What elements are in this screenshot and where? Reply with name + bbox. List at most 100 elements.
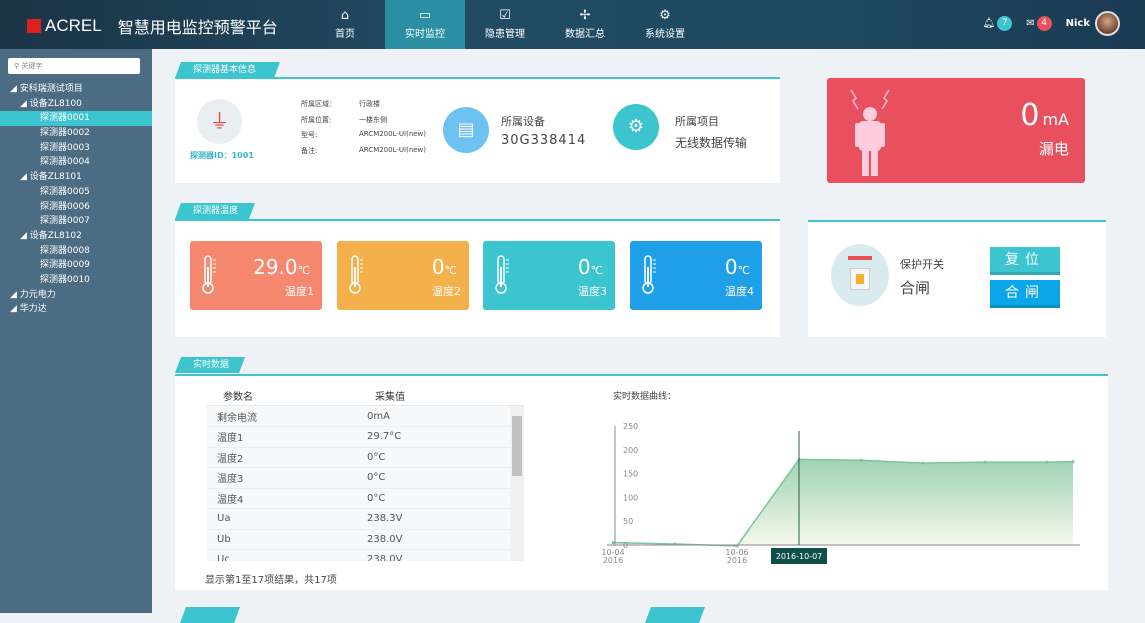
switch-state: 合闸 — [900, 279, 931, 297]
tree-item[interactable]: 探测器0004 — [0, 155, 152, 170]
basic-info-panel: ⏚ 探测器ID：1001 所属区域： 行政楼 所属位置: 一楼东侧 型号: ARCM200… — [175, 79, 780, 183]
tree-item[interactable]: 探测器0002 — [0, 126, 152, 141]
tree-item[interactable]: 探测器0001 — [0, 111, 152, 127]
monitor-icon: ▭ — [418, 8, 432, 23]
bell-icon[interactable]: 🔔︎ — [983, 18, 996, 29]
tree-item[interactable]: ◢ 设备ZL8100 — [0, 97, 152, 112]
data-point — [983, 460, 987, 464]
y-tick-label: 250 — [623, 422, 638, 431]
tree-item[interactable]: 探测器0005 — [0, 185, 152, 200]
data-table: 剩余电流 0mA 温度1 29.7°C 温度2 0°C 温度3 0°C 温度4 0°C Ua 238.… — [207, 405, 524, 561]
tree-item[interactable]: ◢ 安科瑞测试项目 — [0, 82, 152, 97]
table-row: Ua 238.3V — [207, 508, 510, 530]
tree-item[interactable]: 探测器0008 — [0, 244, 152, 259]
param-value: 238.0V — [367, 549, 510, 561]
tree-item[interactable]: ◢ 设备ZL8101 — [0, 170, 152, 185]
temp-card-1: 29.0℃ 温度1 — [190, 241, 322, 310]
nav-home[interactable]: ⌂ 首页 — [305, 0, 385, 49]
param-value: 0°C — [367, 467, 510, 489]
scrollbar[interactable] — [510, 406, 524, 561]
temp-value: 0 — [431, 255, 445, 279]
thermometer-icon — [495, 255, 509, 294]
leak-label: 漏电 — [1038, 140, 1069, 158]
switch-label: 保护开关 — [900, 258, 944, 271]
detector-icon: ⏚ — [197, 99, 242, 144]
nav-gears[interactable]: ⚙ 系统设置 — [625, 0, 705, 49]
section-title-temp: 探测器温度 — [175, 203, 255, 219]
sidebar: ⚲ 关键字 ◢ 安科瑞测试项目 ◢ 设备ZL8100 探测器0001 探测器0002 探… — [0, 49, 152, 613]
realtime-chart: 25020015010050010-04201610-062016 2016-10… — [601, 422, 1080, 565]
nav-label: 实时监控 — [405, 29, 445, 40]
search-placeholder: 关键字 — [21, 62, 43, 70]
param-name: 温度4 — [207, 488, 367, 509]
field-value: 行政楼 — [359, 100, 380, 108]
nav-monitor[interactable]: ▭ 实时监控 — [385, 0, 465, 49]
field-key: 型号: — [301, 131, 318, 139]
tree-item[interactable]: 探测器0009 — [0, 258, 152, 273]
device-tree: ◢ 安科瑞测试项目 ◢ 设备ZL8100 探测器0001 探测器0002 探测器0003… — [0, 82, 152, 317]
leak-value: 0 — [1020, 98, 1040, 133]
field-key: 所属位置: — [301, 115, 332, 124]
x-tick-year: 2016 — [603, 556, 623, 565]
field-value: ARCM200L-UI(new) — [359, 145, 427, 154]
nav-pinwheel[interactable]: ✢ 数据汇总 — [545, 0, 625, 49]
search-input[interactable]: ⚲ 关键字 — [8, 58, 140, 74]
param-value: 29.7°C — [367, 426, 510, 448]
device-value: 30G338414 — [501, 133, 587, 148]
temp-card-4: 0℃ 温度4 — [630, 241, 762, 310]
param-value: 0°C — [367, 447, 510, 468]
acrel-logo-icon — [27, 19, 41, 33]
thermometer-icon — [349, 255, 363, 294]
tree-item[interactable]: 探测器0003 — [0, 141, 152, 156]
gears-icon: ⚙ — [659, 8, 671, 23]
thermometer-icon — [642, 255, 656, 294]
user-name[interactable]: Nick — [1066, 18, 1090, 29]
temp-label: 温度4 — [725, 285, 754, 298]
param-name: 温度1 — [207, 426, 367, 448]
thermometer-icon — [202, 255, 216, 294]
reset-button[interactable]: 复位 — [990, 247, 1060, 275]
y-tick-label: 100 — [623, 493, 638, 502]
chart-title: 实时数据曲线： — [613, 392, 677, 402]
temp-unit: ℃ — [444, 264, 457, 277]
data-point — [1071, 460, 1075, 464]
brand-name: ACREL — [45, 16, 102, 35]
tree-item[interactable]: 探测器0010 — [0, 273, 152, 288]
notification-badge[interactable]: 7 — [997, 16, 1013, 31]
data-point — [921, 461, 925, 465]
project-settings-icon: ⚙ — [613, 104, 659, 150]
data-point — [859, 458, 863, 462]
temp-label: 温度2 — [432, 285, 461, 298]
col-header-name: 参数名 — [223, 392, 253, 403]
avatar[interactable] — [1095, 11, 1120, 36]
param-value: 238.3V — [367, 508, 510, 530]
param-name: 温度3 — [207, 467, 367, 489]
mail-icon[interactable]: ✉ — [1026, 18, 1034, 29]
table-row: 温度1 29.7°C — [207, 426, 510, 448]
param-value: 238.0V — [367, 529, 510, 550]
table-row: 剩余电流 0mA — [207, 406, 510, 427]
home-icon: ⌂ — [340, 8, 350, 23]
close-switch-button[interactable]: 合闸 — [990, 280, 1060, 308]
tree-item[interactable]: ◢ 华力达 — [0, 302, 152, 317]
message-badge[interactable]: 4 — [1036, 16, 1052, 31]
field-key: 所属区域： — [301, 100, 336, 108]
param-name: Uc — [207, 549, 367, 561]
temp-card-2: 0℃ 温度2 — [337, 241, 469, 310]
project-value: 无线数据传输 — [675, 136, 748, 150]
tree-item[interactable]: ◢ 力元电力 — [0, 288, 152, 303]
app-title: 智慧用电监控预警平台 — [117, 18, 278, 37]
clipboard-icon: ☑ — [499, 8, 511, 23]
temp-label: 温度3 — [578, 285, 607, 298]
temp-card-3: 0℃ 温度3 — [483, 241, 615, 310]
main-nav: ⌂ 首页 ▭ 实时监控 ☑ 隐患管理 ✢ 数据汇总 ⚙ 系统设置 — [305, 0, 705, 49]
tree-item[interactable]: ◢ 设备ZL8102 — [0, 229, 152, 244]
realtime-panel: 参数名 采集值 剩余电流 0mA 温度1 29.7°C 温度2 0°C 温度3 0°C 温度4 0… — [175, 376, 1108, 590]
tree-item[interactable]: 探测器0007 — [0, 214, 152, 229]
tree-item[interactable]: 探测器0006 — [0, 200, 152, 215]
nav-clipboard[interactable]: ☑ 隐患管理 — [465, 0, 545, 49]
table-row: Uc 238.0V — [207, 549, 510, 561]
temp-value: 29.0 — [253, 255, 298, 279]
section-title-basic: 探测器基本信息 — [175, 62, 280, 78]
tooltip-date: 2016-10-07 — [776, 552, 823, 561]
